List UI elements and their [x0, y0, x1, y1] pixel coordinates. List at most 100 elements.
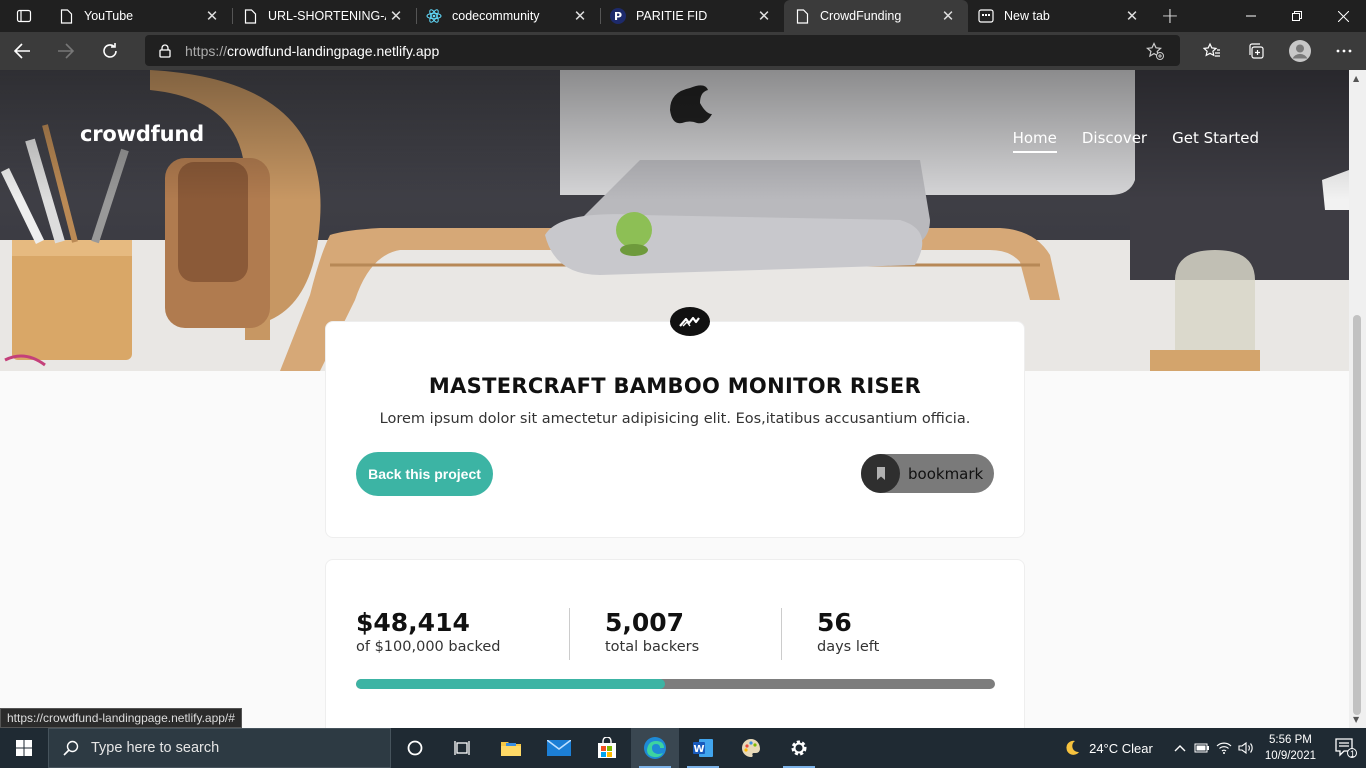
nav-discover-link[interactable]: Discover: [1082, 129, 1147, 153]
forward-nav-button[interactable]: [44, 32, 88, 70]
close-icon: [1337, 10, 1349, 22]
newtab-icon: [978, 8, 994, 24]
nav-home-link[interactable]: Home: [1012, 129, 1057, 153]
word-button[interactable]: W: [679, 728, 727, 768]
weather-widget[interactable]: 24°C Clear: [1063, 739, 1153, 757]
tab-codecommunity[interactable]: codecommunity ✕: [416, 0, 600, 32]
stats-divider: [569, 608, 570, 660]
clock-date: 10/9/2021: [1264, 750, 1316, 762]
new-tab-button[interactable]: +: [1152, 0, 1188, 32]
url-host: crowdfund-landingpage.netlify.app: [227, 42, 440, 59]
windows-logo-icon: [16, 740, 32, 756]
back-nav-button[interactable]: [0, 32, 44, 70]
avatar: [1289, 40, 1311, 62]
scrollbar-thumb[interactable]: [1353, 315, 1361, 715]
funding-progress-fill: [356, 679, 666, 689]
backed-caption: of $100,000 backed: [356, 639, 501, 655]
backed-amount: $48,414: [356, 608, 470, 637]
browser-tab-bar: YouTube ✕ URL-SHORTENING-API ✕ codecommu…: [0, 0, 1366, 32]
volume-button[interactable]: [1235, 742, 1257, 754]
battery-button[interactable]: [1191, 742, 1213, 754]
search-icon: [63, 740, 79, 756]
site-nav: Home Discover Get Started: [1012, 129, 1259, 153]
page-scrollbar[interactable]: ▲ ▼: [1349, 70, 1366, 728]
scroll-up-icon[interactable]: ▲: [1353, 74, 1359, 83]
folder-icon: [501, 742, 521, 756]
workspaces-button[interactable]: [0, 0, 48, 32]
close-window-button[interactable]: [1320, 0, 1366, 32]
project-card: MASTERCRAFT BAMBOO MONITOR RISER Lorem i…: [325, 321, 1025, 538]
tab-title: CrowdFunding: [820, 9, 902, 23]
chevron-up-icon: [1174, 745, 1186, 752]
windows-taskbar: Type here to search W 24°C Clear 5:56 PM: [0, 728, 1366, 768]
stat-backed: $48,414 of $100,000 backed: [356, 608, 500, 655]
show-hidden-icons-button[interactable]: [1169, 744, 1191, 752]
nav-get-started-link[interactable]: Get Started: [1172, 129, 1259, 153]
tab-new-tab[interactable]: New tab ✕: [968, 0, 1152, 32]
tab-youtube[interactable]: YouTube ✕: [48, 0, 232, 32]
days-caption: days left: [817, 639, 880, 655]
minimize-button[interactable]: [1228, 0, 1274, 32]
taskbar-clock[interactable]: 5:56 PM 10/9/2021: [1265, 732, 1316, 764]
link-status-tooltip: https://crowdfund-landingpage.netlify.ap…: [0, 708, 242, 728]
address-bar[interactable]: https://crowdfund-landingpage.netlify.ap…: [145, 35, 1180, 66]
lock-icon: [159, 43, 171, 58]
project-title: MASTERCRAFT BAMBOO MONITOR RISER: [428, 374, 922, 398]
minimize-icon: [1246, 15, 1256, 17]
window-controls: [1228, 0, 1366, 32]
store-button[interactable]: [583, 728, 631, 768]
browser-toolbar: https://crowdfund-landingpage.netlify.ap…: [0, 32, 1366, 70]
tab-paritie-fid[interactable]: P PARITIE FID ✕: [600, 0, 784, 32]
cortana-circle-icon: [407, 740, 423, 756]
back-project-button[interactable]: Back this project: [356, 452, 493, 496]
profile-button[interactable]: [1278, 32, 1322, 70]
paint-button[interactable]: [727, 728, 775, 768]
close-icon[interactable]: ✕: [1122, 7, 1142, 25]
svg-text:W: W: [693, 744, 704, 755]
refresh-button[interactable]: [88, 32, 132, 70]
tab-title: New tab: [1004, 9, 1050, 23]
tab-title: codecommunity: [452, 9, 540, 23]
funding-progress-bar: [356, 679, 995, 689]
star-plus-icon: [1145, 42, 1164, 60]
close-icon[interactable]: ✕: [938, 7, 958, 25]
restore-button[interactable]: [1274, 0, 1320, 32]
collections-button[interactable]: [1234, 32, 1278, 70]
favorites-icon: [1203, 42, 1220, 57]
start-button[interactable]: [0, 728, 48, 768]
backers-caption: total backers: [605, 639, 700, 655]
task-view-button[interactable]: [439, 728, 487, 768]
react-icon: [426, 8, 442, 24]
tab-crowdfunding[interactable]: CrowdFunding ✕: [784, 0, 968, 32]
close-icon[interactable]: ✕: [754, 7, 774, 25]
edge-button[interactable]: [631, 728, 679, 768]
store-bag-icon: [598, 737, 616, 758]
file-explorer-button[interactable]: [487, 728, 535, 768]
settings-more-button[interactable]: [1322, 32, 1366, 70]
speaker-icon: [1238, 742, 1253, 754]
backers-count: 5,007: [605, 608, 685, 637]
taskbar-search-box[interactable]: Type here to search: [48, 728, 391, 768]
cortana-button[interactable]: [391, 728, 439, 768]
action-center-button[interactable]: 1: [1326, 738, 1366, 759]
favorites-button[interactable]: [1190, 32, 1234, 70]
settings-app-button[interactable]: [775, 728, 823, 768]
arrow-right-icon: [58, 43, 75, 59]
bookmark-icon: [861, 454, 900, 493]
bookmark-button[interactable]: bookmark: [861, 454, 994, 493]
system-tray: 24°C Clear 5:56 PM 10/9/2021 1: [1063, 728, 1366, 768]
close-icon[interactable]: ✕: [386, 7, 406, 25]
mail-button[interactable]: [535, 728, 583, 768]
tab-url-shortening[interactable]: URL-SHORTENING-API ✕: [232, 0, 416, 32]
close-icon[interactable]: ✕: [570, 7, 590, 25]
edge-browser-icon: [644, 737, 666, 759]
close-icon[interactable]: ✕: [202, 7, 222, 25]
task-view-icon: [454, 741, 470, 755]
add-favorite-button[interactable]: [1145, 42, 1164, 63]
scroll-down-icon[interactable]: ▼: [1353, 715, 1359, 724]
wifi-button[interactable]: [1213, 742, 1235, 754]
tab-title: YouTube: [84, 9, 134, 23]
site-logo[interactable]: crowdfund: [80, 122, 204, 146]
mastercraft-logo-icon: [670, 307, 710, 336]
battery-icon: [1194, 743, 1209, 753]
